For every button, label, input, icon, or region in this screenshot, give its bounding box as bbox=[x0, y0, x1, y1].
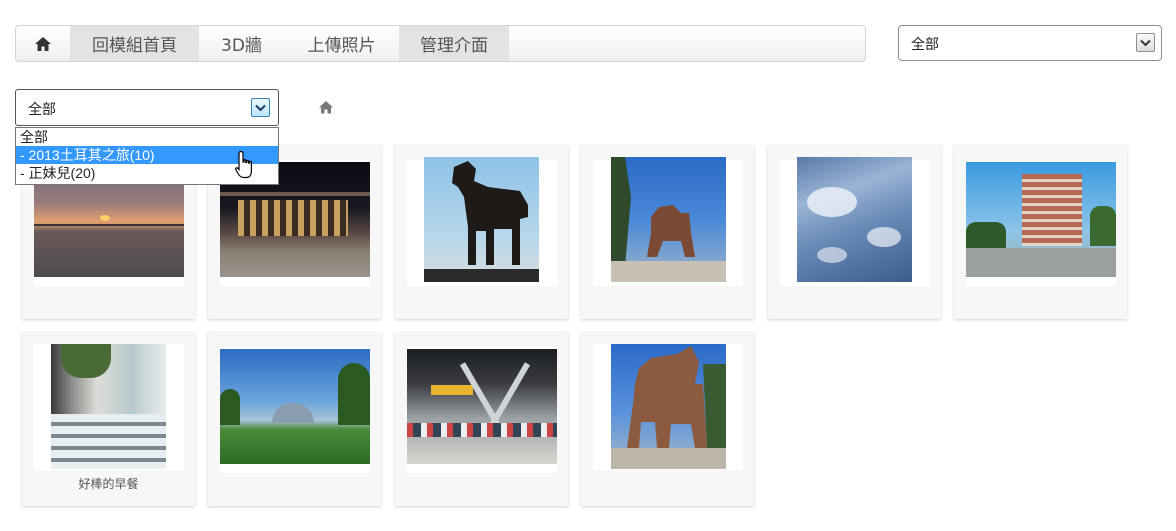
nav-admin[interactable]: 管理介面 bbox=[399, 26, 509, 61]
photo-thumbnail[interactable] bbox=[220, 349, 370, 464]
photo-thumbnail[interactable] bbox=[51, 344, 166, 469]
photo-card[interactable] bbox=[581, 145, 754, 319]
photo-card[interactable] bbox=[395, 145, 568, 319]
photo-thumbnail[interactable] bbox=[797, 157, 912, 282]
nav-home-button[interactable] bbox=[16, 26, 70, 61]
photo-thumbnail[interactable] bbox=[407, 349, 557, 464]
photo-thumbnail[interactable] bbox=[966, 162, 1116, 277]
photo-card[interactable] bbox=[395, 332, 568, 506]
photo-card[interactable] bbox=[581, 332, 754, 506]
photo-card[interactable]: 好棒的早餐 bbox=[22, 332, 195, 506]
album-select[interactable]: 全部 bbox=[15, 89, 279, 126]
chevron-down-icon[interactable] bbox=[1136, 33, 1155, 52]
hand-cursor-icon bbox=[235, 150, 252, 179]
home-icon bbox=[35, 36, 51, 51]
photo-thumbnail[interactable] bbox=[611, 344, 726, 469]
category-select[interactable]: 全部 bbox=[898, 25, 1162, 61]
nav-3d-wall[interactable]: 3D牆 bbox=[199, 26, 284, 61]
nav-module-home[interactable]: 回模組首頁 bbox=[70, 26, 199, 61]
photo-thumbnail[interactable] bbox=[611, 157, 726, 282]
nav-upload-photo[interactable]: 上傳照片 bbox=[284, 26, 399, 61]
category-select-value: 全部 bbox=[911, 37, 939, 53]
photo-card[interactable] bbox=[768, 145, 941, 319]
photo-card[interactable] bbox=[954, 145, 1127, 319]
album-select-value: 全部 bbox=[28, 102, 56, 118]
breadcrumb-home-icon[interactable] bbox=[318, 99, 334, 115]
chevron-down-icon[interactable] bbox=[251, 98, 270, 117]
album-option[interactable]: 全部 bbox=[16, 128, 278, 146]
photo-thumbnail[interactable] bbox=[424, 157, 539, 282]
photo-caption: 好棒的早餐 bbox=[78, 477, 139, 491]
main-navbar: 回模組首頁 3D牆 上傳照片 管理介面 bbox=[15, 25, 866, 62]
photo-card[interactable] bbox=[208, 332, 381, 506]
